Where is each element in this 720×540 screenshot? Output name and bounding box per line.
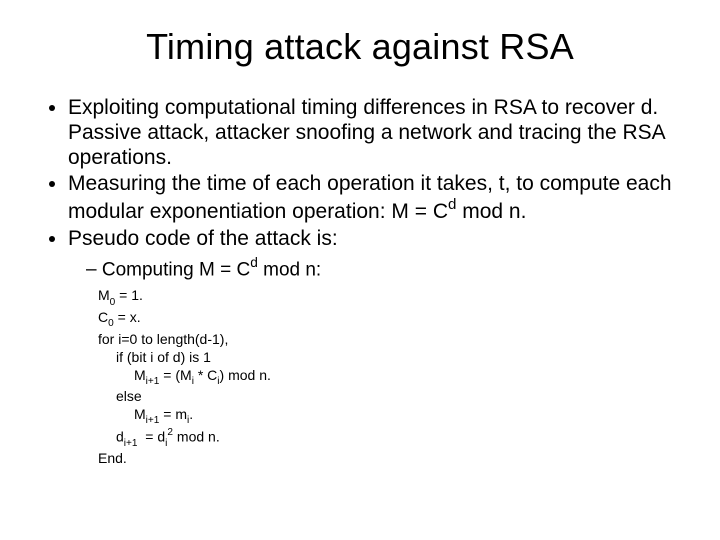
bullet-3-text: Pseudo code of the attack is: [68,227,338,250]
code-l5-d: ) mod n. [220,367,271,383]
code-line-7: Mi+1 = mi. [98,406,682,428]
code-line-8: di+1 = di2 mod n. [98,428,682,450]
bullet-2-exp: d [448,196,456,213]
code-l5-sub1: i+1 [146,376,160,387]
code-l2-sub: 0 [108,318,114,329]
code-l1-sub: 0 [110,297,116,308]
code-l8-sub2: i [165,438,167,449]
code-l7-a: M [134,406,146,422]
sub-1-exp: d [250,255,258,270]
bullet-2-text-b: mod n. [456,200,526,223]
sub-list: Computing M = Cd mod n: [68,256,682,282]
bullet-2: Measuring the time of each operation it … [68,172,682,225]
code-line-5: Mi+1 = (Mi * Ci) mod n. [98,367,682,389]
bullet-1: Exploiting computational timing differen… [68,96,682,170]
code-l1-b: = 1. [115,287,143,303]
code-l8-a: d [116,428,124,444]
code-line-2: C0 = x. [98,309,682,331]
code-line-6: else [98,388,682,406]
code-l5-sub3: i [217,376,219,387]
code-l1-a: M [98,287,110,303]
bullet-2-text-a: Measuring the time of each operation it … [68,172,672,223]
code-line-4: if (bit i of d) is 1 [98,349,682,367]
code-l8-b: = d [138,428,166,444]
code-l7-sub1: i+1 [146,415,160,426]
code-line-3: for i=0 to length(d-1), [98,331,682,349]
code-l7-b: = m [159,406,187,422]
code-l7-c: . [189,406,193,422]
code-l2-b: = x. [114,309,141,325]
code-l5-sub2: i [192,376,194,387]
slide-title: Timing attack against RSA [38,26,682,68]
code-line-9: End. [98,450,682,468]
code-l8-sub1: i+1 [124,438,138,449]
code-line-1: M0 = 1. [98,287,682,309]
code-l8-c: mod n. [173,428,220,444]
bullet-3: Pseudo code of the attack is: Computing … [68,227,682,282]
sub-1-text-a: Computing M = C [102,259,250,280]
slide: Timing attack against RSA Exploiting com… [0,0,720,540]
code-l2-a: C [98,309,108,325]
code-l5-a: M [134,367,146,383]
pseudocode-block: M0 = 1. C0 = x. for i=0 to length(d-1), … [98,287,682,468]
code-l5-c: * C [194,367,217,383]
sub-1-text-b: mod n: [258,259,321,280]
code-l7-sub2: i [187,415,189,426]
code-l8-sup: 2 [167,427,173,438]
bullet-list: Exploiting computational timing differen… [38,96,682,281]
code-l5-b: = (M [159,367,191,383]
sub-1: Computing M = Cd mod n: [86,256,682,282]
